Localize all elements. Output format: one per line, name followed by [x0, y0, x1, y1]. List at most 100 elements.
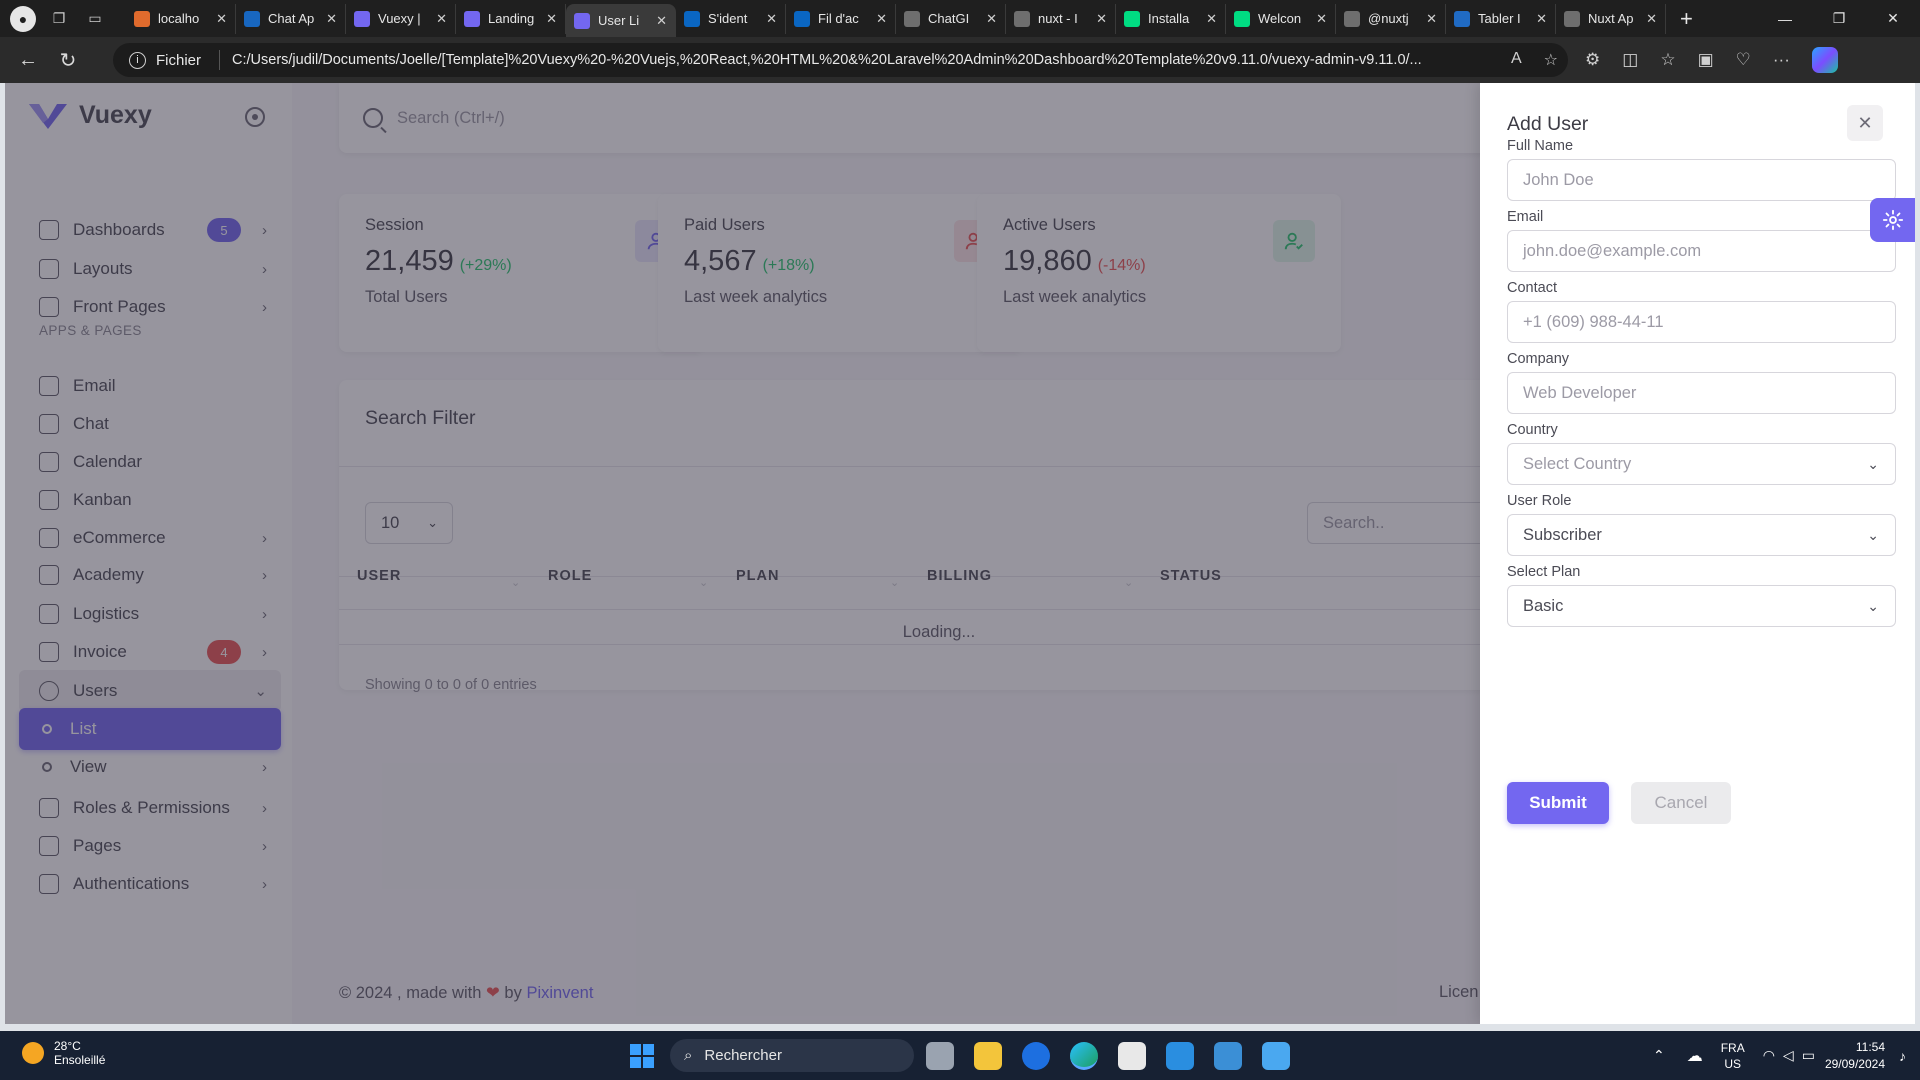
vscode-icon[interactable] [1166, 1042, 1194, 1070]
close-drawer-button[interactable]: ✕ [1847, 105, 1883, 141]
country-label: Country [1507, 422, 1558, 438]
workspaces-icon[interactable]: ❐ [46, 6, 72, 32]
browser-tab[interactable]: Welcon ✕ [1226, 3, 1336, 34]
chatgpt-icon [904, 10, 920, 27]
task-view-icon[interactable] [926, 1042, 954, 1070]
restore-button[interactable]: ❐ [1812, 10, 1866, 27]
extensions-icon[interactable]: ⚙ [1585, 50, 1600, 70]
wifi-icon[interactable]: ◠ [1763, 1047, 1775, 1064]
user-role-value: Subscriber [1523, 525, 1602, 544]
full-name-field[interactable]: John Doe [1507, 159, 1896, 201]
country-select[interactable]: Select Country ⌄ [1507, 443, 1896, 485]
search-icon [1344, 10, 1360, 27]
minimize-button[interactable]: — [1758, 11, 1812, 27]
tab-strip: localho ✕ Chat Ap ✕ Vuexy | ✕ Landing ✕ User Li ✕… [126, 0, 1666, 37]
tab-close-icon[interactable]: ✕ [1426, 11, 1437, 27]
chevron-up-icon[interactable]: ⌃ [1653, 1047, 1665, 1064]
weather-widget[interactable]: 28°C Ensoleillé [22, 1039, 105, 1067]
submit-button[interactable]: Submit [1507, 782, 1609, 824]
browser-tab[interactable]: S'ident ✕ [676, 3, 786, 34]
clock-time: 11:54 [1855, 1039, 1885, 1054]
browser-tab[interactable]: User Li ✕ [566, 4, 676, 37]
onedrive-icon[interactable]: ☁ [1687, 1046, 1703, 1066]
browser-tab[interactable]: @nuxtj ✕ [1336, 3, 1446, 34]
tab-close-icon[interactable]: ✕ [876, 11, 887, 27]
read-aloud-icon[interactable]: A [1511, 50, 1522, 70]
notification-bell-icon[interactable]: ♪ [1899, 1048, 1906, 1064]
tab-close-icon[interactable]: ✕ [986, 11, 997, 27]
drawer-backdrop[interactable] [5, 83, 1480, 1024]
browser-tab[interactable]: ChatGI ✕ [896, 3, 1006, 34]
search-icon [1014, 10, 1030, 27]
tab-title: ChatGI [928, 11, 970, 26]
browser-tab[interactable]: Landing ✕ [456, 3, 566, 34]
url-text: C:/Users/judil/Documents/Joelle/[Templat… [232, 52, 1422, 68]
plan-select[interactable]: Basic ⌄ [1507, 585, 1896, 627]
firefox-icon[interactable] [1022, 1042, 1050, 1070]
browser-tab[interactable]: nuxt - I ✕ [1006, 3, 1116, 34]
battery-icon[interactable]: ▭ [1802, 1047, 1815, 1064]
collections-icon[interactable]: ▣ [1698, 50, 1714, 70]
split-screen-icon[interactable]: ◫ [1622, 50, 1638, 70]
close-window-button[interactable]: ✕ [1866, 10, 1920, 27]
nuxt-icon [1234, 10, 1250, 27]
vuexy-icon [574, 12, 590, 29]
edge-icon[interactable] [1070, 1042, 1098, 1070]
chevron-down-icon: ⌄ [1867, 455, 1879, 472]
clock[interactable]: 11:54 29/09/2024 [1825, 1039, 1885, 1073]
browser-essentials-icon[interactable]: ♡ [1736, 50, 1751, 70]
tab-close-icon[interactable]: ✕ [546, 11, 557, 27]
browser-tab[interactable]: Tabler I ✕ [1446, 3, 1556, 34]
url-field[interactable]: i Fichier C:/Users/judil/Documents/Joell… [113, 43, 1568, 77]
paint-icon[interactable] [1262, 1042, 1290, 1070]
tab-close-icon[interactable]: ✕ [326, 11, 337, 27]
taskbar-search[interactable]: ⌕ Rechercher [670, 1039, 914, 1072]
browser-tab[interactable]: Vuexy | ✕ [346, 3, 456, 34]
store-icon[interactable] [1118, 1042, 1146, 1070]
email-placeholder: john.doe@example.com [1523, 241, 1702, 260]
language-indicator[interactable]: FRA US [1721, 1040, 1745, 1072]
refresh-button[interactable]: ↻ [48, 48, 88, 73]
contact-field[interactable]: +1 (609) 988-44-11 [1507, 301, 1896, 343]
tab-close-icon[interactable]: ✕ [1096, 11, 1107, 27]
company-label: Company [1507, 351, 1570, 367]
tab-actions-icon[interactable]: ▭ [82, 6, 108, 32]
file-explorer-icon[interactable] [974, 1042, 1002, 1070]
copilot-icon[interactable] [1811, 47, 1838, 73]
tab-close-icon[interactable]: ✕ [1536, 11, 1547, 27]
tab-close-icon[interactable]: ✕ [656, 13, 667, 29]
tab-close-icon[interactable]: ✕ [1206, 11, 1217, 27]
favorite-star-icon[interactable]: ☆ [1544, 50, 1558, 70]
linkedin-icon [794, 10, 810, 27]
windows-start-icon[interactable] [630, 1044, 654, 1068]
favorites-icon[interactable]: ☆ [1660, 50, 1675, 70]
tab-close-icon[interactable]: ✕ [436, 11, 447, 27]
email-field[interactable]: john.doe@example.com [1507, 230, 1896, 272]
company-field[interactable]: Web Developer [1507, 372, 1896, 414]
vuetify-icon [244, 10, 260, 27]
more-menu-icon[interactable]: ··· [1773, 50, 1790, 70]
browser-tab[interactable]: Chat Ap ✕ [236, 3, 346, 34]
cancel-button[interactable]: Cancel [1631, 782, 1731, 824]
notepad-icon[interactable] [1214, 1042, 1242, 1070]
info-icon[interactable]: i [129, 51, 146, 69]
theme-customizer-button[interactable] [1870, 198, 1915, 242]
profile-icon[interactable]: ● [10, 5, 36, 32]
language-top: FRA [1720, 1040, 1745, 1055]
new-tab-button[interactable]: + [1680, 6, 1693, 32]
tab-close-icon[interactable]: ✕ [1316, 11, 1327, 27]
tab-title: S'ident [708, 11, 748, 26]
tab-close-icon[interactable]: ✕ [1646, 11, 1657, 27]
tab-title: Vuexy | [378, 11, 421, 26]
browser-tab[interactable]: Nuxt Ap ✕ [1556, 3, 1666, 34]
volume-icon[interactable]: ◁ [1783, 1047, 1794, 1064]
user-role-select[interactable]: Subscriber ⌄ [1507, 514, 1896, 556]
browser-tab[interactable]: Fil d'ac ✕ [786, 3, 896, 34]
browser-tab[interactable]: Installa ✕ [1116, 3, 1226, 34]
tab-close-icon[interactable]: ✕ [216, 11, 227, 27]
browser-tab-bar: ● ❐ ▭ localho ✕ Chat Ap ✕ Vuexy | ✕ Landing ✕ Us… [0, 0, 1920, 37]
full-name-label: Full Name [1507, 138, 1574, 154]
browser-tab[interactable]: localho ✕ [126, 3, 236, 34]
back-button[interactable]: ← [8, 49, 48, 72]
tab-close-icon[interactable]: ✕ [766, 11, 777, 27]
